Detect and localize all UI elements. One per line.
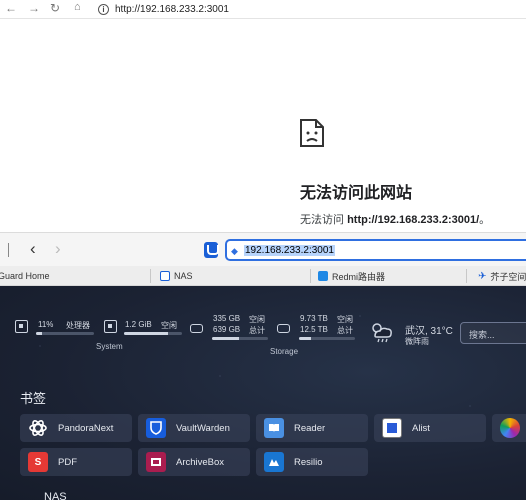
bookmark-card-pandoranext[interactable]: PandoraNext [20, 414, 132, 442]
reader-book-icon [264, 418, 284, 438]
divider [310, 269, 311, 283]
homepage-dashboard: 11% 处理器 1.2 GiB 空闲 System 335 GB 空闲 639 … [0, 286, 526, 500]
openai-icon [28, 418, 48, 438]
sad-page-icon [300, 119, 324, 147]
bookmark-card-photos[interactable] [492, 414, 526, 442]
system-group-label: System [96, 342, 123, 351]
disk-icon [277, 324, 290, 333]
memory-label: 空闲 [161, 321, 177, 330]
memory-usage-fill [124, 332, 168, 335]
disk1-free-label: 空闲 [249, 315, 265, 324]
bitwarden-extension-icon[interactable] [204, 242, 219, 258]
disk2-total-label: 总计 [337, 326, 353, 335]
top-address-bar[interactable]: i http://192.168.233.2:3001 [98, 0, 229, 18]
forward-icon[interactable]: → [28, 1, 40, 15]
bookmark-nas[interactable]: NAS [160, 266, 193, 286]
disk2-usage-fill [299, 337, 312, 340]
bookmark-label: Redmi路由器 [332, 271, 386, 282]
bookmarks-section-title: 书签 [20, 391, 47, 406]
disk1-free: 335 GB [213, 314, 241, 323]
photos-icon [500, 418, 520, 438]
weather-desc: 微阵雨 [405, 337, 429, 346]
card-label: ArchiveBox [176, 456, 225, 468]
card-label: PDF [58, 456, 77, 468]
bookmark-card-pdf[interactable]: S PDF [20, 448, 132, 476]
search-input[interactable]: 搜索... [460, 322, 526, 344]
bookmark-card-archivebox[interactable]: ArchiveBox [138, 448, 250, 476]
divider [0, 18, 526, 19]
router-icon [318, 271, 328, 281]
back-icon[interactable]: ← [5, 1, 17, 15]
cpu-icon [15, 320, 28, 333]
card-label: Alist [412, 422, 430, 434]
weather-city: 武汉, 31°C [405, 326, 453, 337]
disk1-usage-bar [212, 337, 268, 340]
vaultwarden-icon [146, 418, 166, 438]
disk1-total: 639 GB [213, 325, 241, 334]
weather-rain-icon [372, 323, 392, 343]
bookmark-jiezi[interactable]: ✈ 芥子空间 H [478, 266, 526, 286]
archivebox-icon [146, 452, 166, 472]
nas-icon [160, 271, 170, 281]
disk1-usage-fill [212, 337, 239, 340]
reload-icon[interactable]: ↻ [50, 1, 60, 15]
cpu-percent: 11% [38, 320, 54, 329]
disk2-free: 9.73 TB [300, 314, 328, 323]
card-label: PandoraNext [58, 422, 114, 434]
bookmark-card-vaultwarden[interactable]: VaultWarden [138, 414, 250, 442]
second-url-text: 192.168.233.2:3001 [244, 244, 335, 256]
disk2-usage-bar [299, 337, 355, 340]
jiezi-icon: ✈ [478, 270, 487, 282]
info-icon[interactable]: i [98, 3, 109, 15]
cpu-label: 处理器 [66, 321, 90, 330]
top-browser-toolbar: ← → ↻ ⌂ i http://192.168.233.2:3001 [0, 0, 526, 18]
top-url-text: http://192.168.233.2:3001 [115, 3, 229, 15]
pdf-icon: S [28, 452, 48, 472]
disk-icon [190, 324, 203, 333]
card-label: Resilio [294, 456, 323, 468]
disk2-total: 12.5 TB [300, 325, 328, 334]
nas-section-title: NAS [44, 491, 67, 500]
bookmark-label: 芥子空间 H [490, 271, 526, 282]
resilio-icon [264, 452, 284, 472]
bookmarks-bar: Guard Home NAS Redmi路由器 ✈ 芥子空间 H [0, 266, 526, 286]
bookmark-guard-home[interactable]: Guard Home [0, 266, 50, 286]
cpu-usage-fill [36, 332, 43, 335]
alist-icon [382, 418, 402, 438]
storage-group-label: Storage [270, 347, 299, 356]
second-browser-toolbar: ‹ › ◆ 192.168.233.2:3001 [0, 232, 526, 266]
cpu-usage-bar [36, 332, 94, 335]
bookmark-label: NAS [174, 271, 193, 281]
bookmark-card-reader[interactable]: Reader [256, 414, 368, 442]
memory-usage-bar [124, 332, 182, 335]
bookmark-label: Guard Home [0, 271, 50, 281]
memory-icon [104, 320, 117, 333]
bookmark-card-resilio[interactable]: Resilio [256, 448, 368, 476]
error-prefix: 无法访问 [300, 214, 348, 226]
error-message: 无法访问 http://192.168.233.2:3001/。 [300, 211, 490, 227]
bookmark-redmi-router[interactable]: Redmi路由器 [318, 266, 385, 286]
error-suffix: 。 [479, 214, 491, 226]
disk2-free-label: 空闲 [337, 315, 353, 324]
second-address-bar[interactable]: ◆ 192.168.233.2:3001 [225, 239, 526, 261]
disk1-total-label: 总计 [249, 326, 265, 335]
error-url: http://192.168.233.2:3001/ [347, 214, 480, 226]
divider [150, 269, 151, 283]
memory-value: 1.2 GiB [125, 320, 152, 329]
site-icon: ◆ [231, 245, 238, 256]
home-icon[interactable]: ⌂ [74, 1, 81, 13]
error-title: 无法访问此网站 [300, 185, 413, 202]
card-label: VaultWarden [176, 422, 230, 434]
forward-chevron-icon[interactable]: › [55, 239, 61, 259]
bookmark-card-alist[interactable]: Alist [374, 414, 486, 442]
back-chevron-icon[interactable]: ‹ [30, 239, 36, 259]
divider [466, 269, 467, 283]
card-label: Reader [294, 422, 326, 434]
divider [8, 243, 9, 257]
